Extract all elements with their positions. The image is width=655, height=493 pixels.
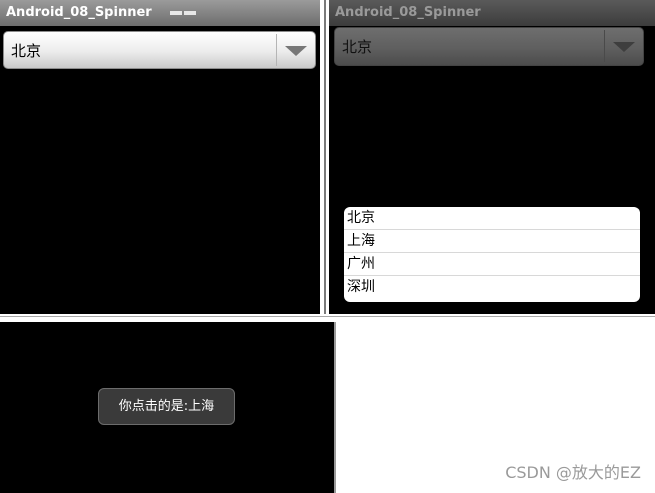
status-bar-icons xyxy=(170,0,200,15)
chevron-down-icon xyxy=(613,42,635,52)
panel-separator-vertical-bottom xyxy=(334,322,336,493)
spinner-divider xyxy=(604,30,605,62)
panel-separator-vertical xyxy=(320,0,329,314)
chevron-down-icon[interactable] xyxy=(285,46,307,56)
city-spinner-dimmed: 北京 xyxy=(334,27,644,66)
app-title-bar: Android_08_Spinner xyxy=(0,0,320,26)
panel-separator-horizontal xyxy=(0,314,655,322)
screen-spinner-normal: Android_08_Spinner 北京 xyxy=(0,0,320,314)
city-spinner[interactable]: 北京 xyxy=(3,31,316,69)
screen-spinner-open: Android_08_Spinner 北京 北京 上海 广州 深圳 xyxy=(329,0,655,314)
spinner-divider xyxy=(276,34,277,66)
screen-toast: 你点击的是:上海 xyxy=(0,322,334,493)
app-title: Android_08_Spinner xyxy=(335,5,481,20)
spinner-selected-value: 北京 xyxy=(342,38,373,56)
dropdown-option-shanghai[interactable]: 上海 xyxy=(344,230,640,253)
dropdown-option-beijing[interactable]: 北京 xyxy=(344,207,640,230)
spinner-selected-value: 北京 xyxy=(11,42,42,60)
app-title-bar-dimmed: Android_08_Spinner xyxy=(329,0,655,26)
toast-text: 你点击的是:上海 xyxy=(118,399,215,414)
toast-message: 你点击的是:上海 xyxy=(98,388,235,425)
watermark: CSDN @放大的EZ xyxy=(505,463,641,482)
app-title: Android_08_Spinner xyxy=(6,5,152,20)
dropdown-option-guangzhou[interactable]: 广州 xyxy=(344,253,640,276)
spinner-dropdown-list: 北京 上海 广州 深圳 xyxy=(344,207,640,302)
dropdown-option-shenzhen[interactable]: 深圳 xyxy=(344,276,640,299)
